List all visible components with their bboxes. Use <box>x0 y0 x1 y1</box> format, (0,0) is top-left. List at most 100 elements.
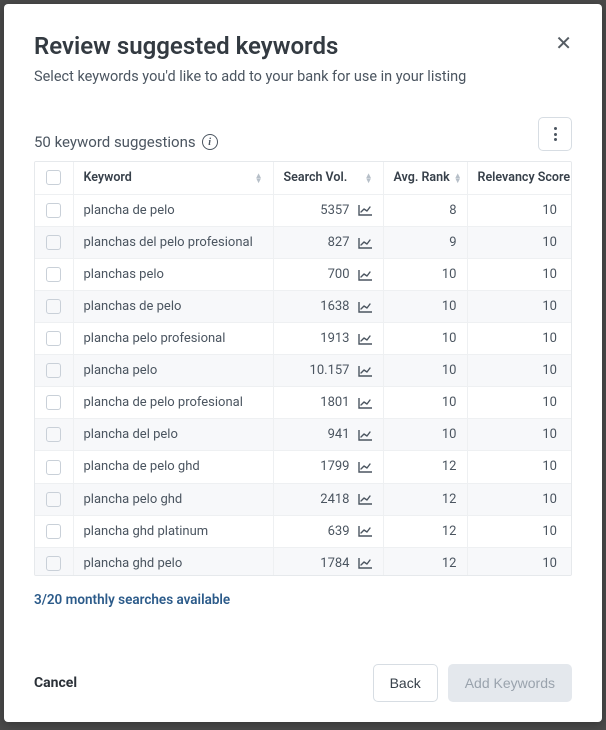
row-volume-cell: 5357 <box>273 195 383 227</box>
row-volume: 5357 <box>320 203 349 218</box>
table-row: planchas pelo7001010 <box>35 259 571 291</box>
row-rank: 12 <box>383 547 467 574</box>
chart-icon[interactable] <box>358 397 373 409</box>
table-row: plancha de pelo5357810 <box>35 195 571 227</box>
cancel-button[interactable]: Cancel <box>34 675 77 691</box>
header-relevancy[interactable]: Relevancy Score ▲▼ <box>467 162 571 194</box>
row-keyword: plancha del pelo <box>73 419 273 451</box>
chart-icon[interactable] <box>358 237 373 249</box>
row-checkbox-cell <box>35 355 73 387</box>
row-rank: 12 <box>383 515 467 547</box>
header-relevancy-label: Relevancy Score <box>478 170 571 185</box>
table-row: plancha pelo ghd24181210 <box>35 483 571 515</box>
row-volume-cell: 1799 <box>273 451 383 483</box>
row-checkbox[interactable] <box>46 427 61 442</box>
row-relevancy: 10 <box>467 227 571 259</box>
searches-available: 3/20 monthly searches available <box>34 592 572 608</box>
row-checkbox-cell <box>35 483 73 515</box>
row-rank: 9 <box>383 227 467 259</box>
row-volume: 639 <box>328 524 350 539</box>
table-row: planchas del pelo profesional827910 <box>35 227 571 259</box>
chart-icon[interactable] <box>358 301 373 313</box>
row-volume-cell: 1784 <box>273 547 383 574</box>
row-checkbox[interactable] <box>46 492 61 507</box>
row-volume-cell: 1913 <box>273 323 383 355</box>
row-rank: 10 <box>383 419 467 451</box>
row-checkbox[interactable] <box>46 460 61 475</box>
table-header-row: Keyword ▲▼ Search Vol. ▲▼ Avg. Rank <box>35 162 571 194</box>
header-search-vol[interactable]: Search Vol. ▲▼ <box>273 162 383 194</box>
chart-icon[interactable] <box>358 333 373 345</box>
row-volume-cell: 941 <box>273 419 383 451</box>
add-keywords-button[interactable]: Add Keywords <box>448 664 572 702</box>
sort-icon: ▲▼ <box>365 173 373 183</box>
row-volume: 1784 <box>320 556 349 571</box>
chart-icon[interactable] <box>358 429 373 441</box>
row-volume-cell: 1801 <box>273 387 383 419</box>
chart-icon[interactable] <box>358 461 373 473</box>
close-icon[interactable]: ✕ <box>555 32 572 54</box>
row-checkbox-cell <box>35 419 73 451</box>
modal-header: Review suggested keywords ✕ <box>34 32 572 60</box>
row-checkbox[interactable] <box>46 235 61 250</box>
chart-icon[interactable] <box>358 557 373 569</box>
row-keyword: planchas pelo <box>73 259 273 291</box>
row-keyword: plancha pelo profesional <box>73 323 273 355</box>
row-keyword: plancha de pelo ghd <box>73 451 273 483</box>
row-checkbox[interactable] <box>46 524 61 539</box>
kebab-menu-button[interactable] <box>538 117 572 151</box>
row-relevancy: 10 <box>467 515 571 547</box>
keywords-table: Keyword ▲▼ Search Vol. ▲▼ Avg. Rank <box>34 161 572 576</box>
row-rank: 12 <box>383 451 467 483</box>
chart-icon[interactable] <box>358 204 373 216</box>
info-icon[interactable]: i <box>202 134 218 150</box>
suggestions-count-label: 50 keyword suggestions <box>34 133 196 151</box>
row-checkbox[interactable] <box>46 395 61 410</box>
review-keywords-modal: Review suggested keywords ✕ Select keywo… <box>4 4 602 722</box>
header-checkbox-cell <box>35 162 73 194</box>
row-rank: 10 <box>383 291 467 323</box>
row-checkbox-cell <box>35 547 73 574</box>
header-avg-rank[interactable]: Avg. Rank ▲▼ <box>383 162 467 194</box>
chart-icon[interactable] <box>358 269 373 281</box>
row-checkbox[interactable] <box>46 203 61 218</box>
row-checkbox[interactable] <box>46 331 61 346</box>
table-row: plancha pelo10.1571010 <box>35 355 571 387</box>
row-relevancy: 10 <box>467 323 571 355</box>
header-avg-rank-label: Avg. Rank <box>394 170 450 185</box>
header-keyword-label: Keyword <box>84 170 132 185</box>
row-checkbox-cell <box>35 387 73 419</box>
row-rank: 8 <box>383 195 467 227</box>
row-volume: 1638 <box>320 299 349 314</box>
row-checkbox[interactable] <box>46 299 61 314</box>
table-body-scroll[interactable]: plancha de pelo5357810planchas del pelo … <box>35 195 571 575</box>
table-row: plancha ghd pelo17841210 <box>35 547 571 574</box>
row-keyword: plancha de pelo profesional <box>73 387 273 419</box>
table-row: plancha ghd platinum 639 1210 <box>35 515 571 547</box>
select-all-checkbox[interactable] <box>46 170 61 185</box>
chart-icon[interactable] <box>358 493 373 505</box>
row-checkbox[interactable] <box>46 363 61 378</box>
row-volume: 2418 <box>320 492 349 507</box>
header-keyword[interactable]: Keyword ▲▼ <box>73 162 273 194</box>
table-row: plancha pelo profesional19131010 <box>35 323 571 355</box>
row-rank: 10 <box>383 259 467 291</box>
row-volume: 700 <box>328 267 350 282</box>
row-keyword: plancha ghd platinum <box>73 515 273 547</box>
row-rank: 10 <box>383 355 467 387</box>
chart-icon[interactable] <box>358 525 373 537</box>
row-checkbox-cell <box>35 323 73 355</box>
row-checkbox[interactable] <box>46 267 61 282</box>
row-checkbox-cell <box>35 291 73 323</box>
row-rank: 12 <box>383 483 467 515</box>
row-relevancy: 10 <box>467 291 571 323</box>
row-volume: 1799 <box>320 459 349 474</box>
table-row: plancha de pelo profesional18011010 <box>35 387 571 419</box>
row-volume-cell: 2418 <box>273 483 383 515</box>
row-keyword: plancha ghd pelo <box>73 547 273 574</box>
table-row: plancha de pelo ghd17991210 <box>35 451 571 483</box>
row-checkbox-cell <box>35 259 73 291</box>
back-button[interactable]: Back <box>373 664 438 702</box>
chart-icon[interactable] <box>358 365 373 377</box>
row-checkbox[interactable] <box>46 556 61 571</box>
